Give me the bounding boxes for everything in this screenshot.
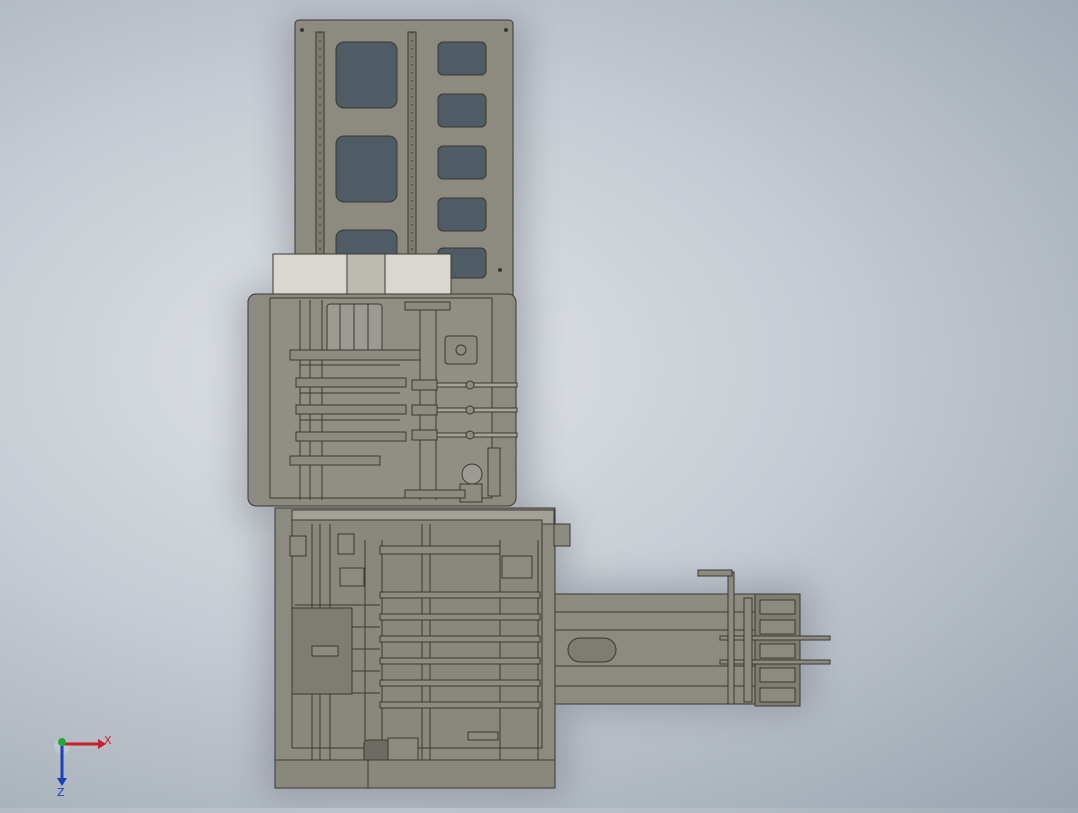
cad-viewport[interactable]: X Z — [0, 0, 1078, 808]
y-axis-dot — [58, 738, 66, 746]
machine-assembly-drawing[interactable] — [0, 0, 1078, 808]
base-plate — [274, 759, 556, 789]
z-axis-label: Z — [57, 786, 65, 798]
x-axis-label: X — [104, 734, 112, 747]
machine-model — [247, 19, 831, 789]
z-axis-arrowhead — [57, 778, 67, 786]
axis-triad: X Z — [40, 728, 120, 799]
